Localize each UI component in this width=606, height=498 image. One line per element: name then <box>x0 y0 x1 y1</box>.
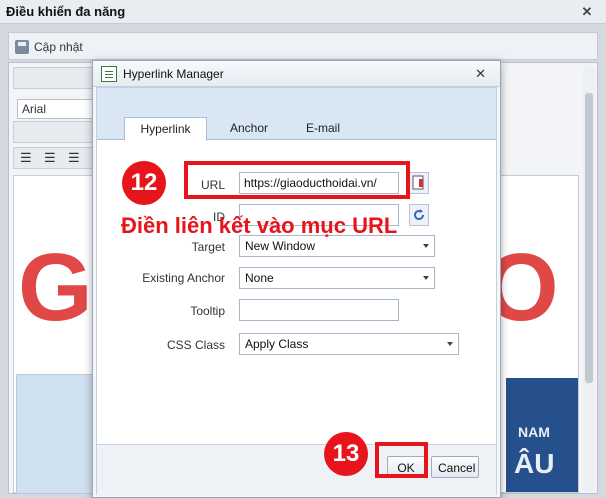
css-class-label: CSS Class <box>166 338 225 352</box>
undo-redo-toolbar[interactable] <box>13 67 93 89</box>
main-toolbar: Cập nhật <box>8 32 598 60</box>
url-highlight-box <box>184 161 410 199</box>
hyperlink-manager-icon <box>101 66 117 82</box>
background-image-left <box>16 374 96 494</box>
background-word-au: ÂU <box>514 448 555 479</box>
align-left-icon[interactable]: ☰ <box>20 150 32 166</box>
cancel-button[interactable]: Cancel <box>431 456 479 478</box>
dialog-title-bar: Hyperlink Manager ✕ <box>93 61 500 87</box>
dialog-title: Hyperlink Manager <box>123 67 224 81</box>
window-close-icon[interactable]: ✕ <box>578 4 596 20</box>
existing-anchor-label: Existing Anchor <box>142 271 225 285</box>
ok-highlight-box <box>375 442 428 478</box>
align-center-icon[interactable]: ☰ <box>44 150 56 166</box>
dialog-content: Hyperlink Anchor E-mail URL ID Target Ne… <box>96 87 497 496</box>
save-icon <box>15 40 29 54</box>
tab-email[interactable]: E-mail <box>293 117 353 141</box>
tab-anchor[interactable]: Anchor <box>217 117 281 141</box>
existing-anchor-select[interactable]: None <box>239 267 435 289</box>
font-select[interactable]: Arial <box>17 99 97 119</box>
background-image-right: NAM ÂU <box>506 378 578 492</box>
target-value: New Window <box>245 239 316 253</box>
target-label: Target <box>191 240 225 254</box>
background-word-nam: NAM <box>518 424 550 440</box>
window-title: Điều khiển đa năng <box>6 4 126 19</box>
step-12-badge: 12 <box>122 161 166 205</box>
existing-anchor-value: None <box>245 271 274 285</box>
tab-hyperlink[interactable]: Hyperlink <box>124 117 207 141</box>
vertical-scrollbar[interactable] <box>583 67 595 491</box>
document-manager-icon <box>412 175 424 190</box>
css-class-value: Apply Class <box>245 337 309 351</box>
update-button[interactable]: Cập nhật <box>15 38 83 56</box>
hyperlink-manager-dialog: Hyperlink Manager ✕ Hyperlink Anchor E-m… <box>92 60 501 498</box>
background-letter-g: G <box>18 234 93 341</box>
update-label: Cập nhật <box>34 40 83 54</box>
table-toolbar[interactable] <box>13 121 93 143</box>
chevron-down-icon <box>447 342 453 346</box>
refresh-icon <box>414 209 424 220</box>
tooltip-input[interactable] <box>239 299 399 321</box>
window-title-bar: Điều khiển đa năng ✕ <box>0 0 606 24</box>
step-13-badge: 13 <box>324 432 368 476</box>
tab-strip: Hyperlink Anchor E-mail <box>97 88 496 141</box>
scroll-thumb[interactable] <box>585 93 593 383</box>
chevron-down-icon <box>423 244 429 248</box>
align-toolbar[interactable]: ☰ ☰ ☰ <box>13 147 93 169</box>
browse-document-button[interactable] <box>409 172 429 194</box>
refresh-id-button[interactable] <box>409 204 429 226</box>
align-right-icon[interactable]: ☰ <box>68 150 80 166</box>
tooltip-label: Tooltip <box>190 304 225 318</box>
url-instruction-text: Điền liên kết vào mục URL <box>121 213 398 238</box>
dialog-footer: OK Cancel <box>97 445 496 496</box>
dialog-close-icon[interactable]: ✕ <box>475 61 486 87</box>
chevron-down-icon <box>423 276 429 280</box>
css-class-select[interactable]: Apply Class <box>239 333 459 355</box>
